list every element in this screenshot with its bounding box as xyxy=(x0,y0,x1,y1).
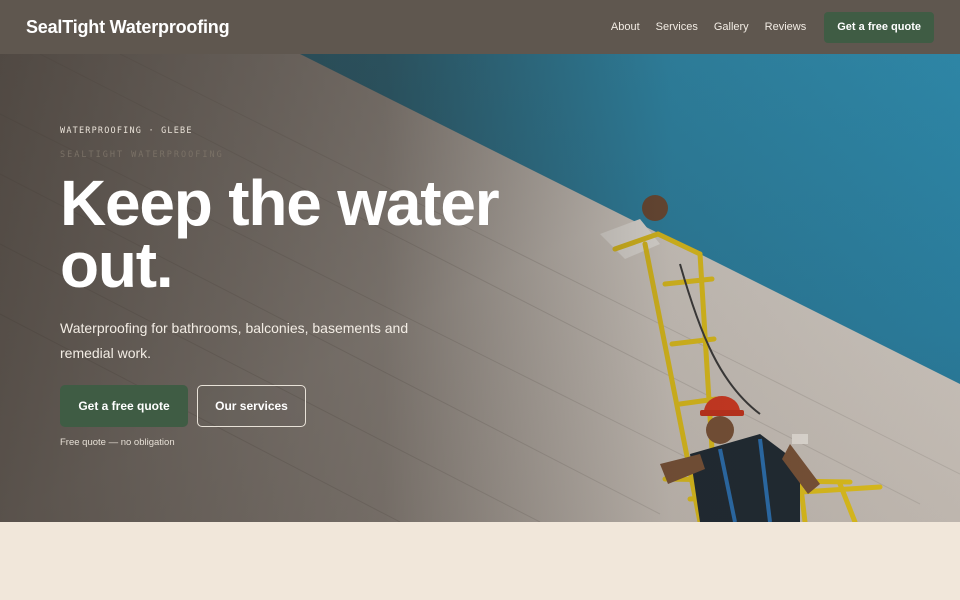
hero-section: WATERPROOFING · GLEBE SEALTIGHT WATERPRO… xyxy=(0,54,960,522)
hero-subhead: Waterproofing for bathrooms, balconies, … xyxy=(60,320,409,361)
hero-eyebrow: WATERPROOFING · GLEBE xyxy=(60,126,193,136)
nav-link-reviews[interactable]: Reviews xyxy=(765,21,807,33)
quote-note: Free quote — no obligation xyxy=(60,437,175,448)
nav-link-services[interactable]: Services xyxy=(656,21,698,33)
hero-eyebrow-sub: SEALTIGHT WATERPROOFING xyxy=(60,150,224,160)
nav-quote-button[interactable]: Get a free quote xyxy=(824,11,934,43)
hero-headline: Keep the water out. xyxy=(60,171,620,297)
get-quote-button[interactable]: Get a free quote xyxy=(60,385,188,427)
hero-headline-line2: out. xyxy=(60,229,174,301)
our-services-button[interactable]: Our services xyxy=(197,385,306,427)
brand-logo[interactable]: SealTight Waterproofing xyxy=(26,17,230,38)
main-nav: About Services Gallery Reviews Get a fre… xyxy=(611,11,934,43)
nav-link-gallery[interactable]: Gallery xyxy=(714,21,749,33)
next-section xyxy=(0,522,960,600)
site-header: SealTight Waterproofing About Services G… xyxy=(0,0,960,54)
nav-link-about[interactable]: About xyxy=(611,21,640,33)
